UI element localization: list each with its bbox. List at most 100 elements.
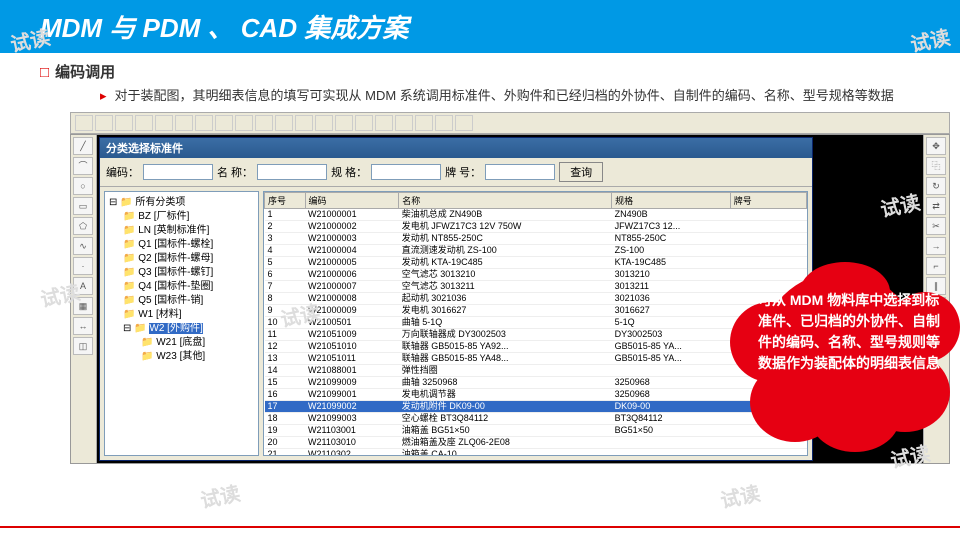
tool-point-icon[interactable]: · [73,257,93,275]
toolbar-button[interactable] [435,115,453,131]
tree-item[interactable]: 📁 Q4 [国标件-垫圈] [109,280,254,294]
toolbar-button[interactable] [235,115,253,131]
tool-trim-icon[interactable]: ✂ [926,217,946,235]
column-header[interactable]: 名称 [399,192,612,208]
tool-arc-icon[interactable]: ⌒ [73,157,93,175]
code-label: 编码： [106,164,139,180]
toolbar-button[interactable] [455,115,473,131]
tool-extend-icon[interactable]: → [926,237,946,255]
tree-item[interactable]: 📁 LN [英制标准件] [109,224,254,238]
tool-rect-icon[interactable]: ▭ [73,197,93,215]
tree-item[interactable]: 📁 W23 [其他] [109,350,254,364]
brand-label: 牌 号： [445,164,481,180]
table-row[interactable]: 3W21000003发动机 NT855-250CNT855-250C [265,232,807,244]
toolbar-button[interactable] [355,115,373,131]
table-row[interactable]: 2W21000002发电机 JFWZ17C3 12V 750WJFWZ17C3 … [265,220,807,232]
table-row[interactable]: 1W21000001柴油机总成 ZN490BZN490B [265,208,807,220]
table-row[interactable]: 18W21099003空心螺栓 BT3Q84112BT3Q84112 [265,412,807,424]
tool-copy-icon[interactable]: ⿻ [926,157,946,175]
cad-screenshot: ╱ ⌒ ○ ▭ ⬠ ∿ · A ▦ ↔ ◫ 分类选择标准件 编码： 名 称： 规 格： 牌 号： 查… [70,112,950,464]
spec-label: 规 格： [331,164,367,180]
toolbar-button[interactable] [375,115,393,131]
tree-item[interactable]: 📁 W1 [材料] [109,308,254,322]
table-row[interactable]: 12W21051010联轴器 GB5015-85 YA92...GB5015-8… [265,340,807,352]
tree-item[interactable]: 📁 BZ [厂标件] [109,210,254,224]
toolbar-button[interactable] [255,115,273,131]
tool-rotate-icon[interactable]: ↻ [926,177,946,195]
tool-poly-icon[interactable]: ⬠ [73,217,93,235]
table-row[interactable]: 8W21000008起动机 30210363021036 [265,292,807,304]
tool-mirror-icon[interactable]: ⇄ [926,197,946,215]
toolbar-button[interactable] [155,115,173,131]
callout-text: 可从 MDM 物料库中选择到标准件、已归档的外协件、自制件的编码、名称、型号规则… [758,290,940,374]
table-row[interactable]: 11W21051009万向联轴器成 DY3002503DY3002503 [265,328,807,340]
toolbar-button[interactable] [295,115,313,131]
toolbar-button[interactable] [415,115,433,131]
name-input[interactable] [257,164,327,180]
column-header[interactable]: 编码 [305,192,399,208]
tree-item[interactable]: 📁 Q3 [国标件-螺钉] [109,266,254,280]
slide-title-banner: MDM 与 PDM 、 CAD 集成方案 [0,0,960,53]
table-row[interactable]: 7W21000007空气滤芯 30132113013211 [265,280,807,292]
watermark: 试读 [717,477,762,514]
tool-spline-icon[interactable]: ∿ [73,237,93,255]
toolbar-button[interactable] [215,115,233,131]
tool-block-icon[interactable]: ◫ [73,337,93,355]
toolbar-button[interactable] [175,115,193,131]
classify-select-dialog: 分类选择标准件 编码： 名 称： 规 格： 牌 号： 查询 ⊟ 📁 所有分类项 … [99,137,813,461]
search-bar: 编码： 名 称： 规 格： 牌 号： 查询 [100,158,812,187]
brand-input[interactable] [485,164,555,180]
toolbar-button[interactable] [75,115,93,131]
tool-line-icon[interactable]: ╱ [73,137,93,155]
left-tool-palette: ╱ ⌒ ○ ▭ ⬠ ∿ · A ▦ ↔ ◫ [71,135,97,463]
toolbar-button[interactable] [395,115,413,131]
tree-root[interactable]: ⊟ 📁 所有分类项 [109,196,254,210]
tool-text-icon[interactable]: A [73,277,93,295]
watermark: 试读 [197,477,242,514]
tool-move-icon[interactable]: ✥ [926,137,946,155]
footer-red-line [0,526,960,528]
table-row[interactable]: 6W21000006空气滤芯 30132103013210 [265,268,807,280]
tree-item[interactable]: 📁 Q5 [国标件-销] [109,294,254,308]
table-row[interactable]: 10W2100501曲轴 5-1Q5-1Q [265,316,807,328]
tree-item[interactable]: 📁 W21 [底盘] [109,336,254,350]
tree-item[interactable]: 📁 Q1 [国标件-螺栓] [109,238,254,252]
column-header[interactable]: 序号 [265,192,306,208]
column-header[interactable]: 规格 [612,192,731,208]
toolbar-button[interactable] [115,115,133,131]
explanation-callout: 可从 MDM 物料库中选择到标准件、已归档的外协件、自制件的编码、名称、型号规则… [730,262,960,452]
toolbar-button[interactable] [335,115,353,131]
tool-circle-icon[interactable]: ○ [73,177,93,195]
table-row[interactable]: 15W21099009曲轴 32509683250968 [265,376,807,388]
table-row[interactable]: 20W21103010燃油箱盖及座 ZLQ06-2E08 [265,436,807,448]
column-header[interactable]: 牌号 [730,192,806,208]
cad-top-toolbar [70,112,950,134]
table-row[interactable]: 5W21000005发动机 KTA-19C485KTA-19C485 [265,256,807,268]
table-row[interactable]: 9W21000009发电机 30166273016627 [265,304,807,316]
table-row[interactable]: 14W21088001弹性挡圈 [265,364,807,376]
toolbar-button[interactable] [195,115,213,131]
tree-item[interactable]: 📁 Q2 [国标件-螺母] [109,252,254,266]
toolbar-button[interactable] [275,115,293,131]
table-row[interactable]: 21W2110302油箱盖 CA-10 [265,448,807,456]
category-tree[interactable]: ⊟ 📁 所有分类项 📁 BZ [厂标件]📁 LN [英制标准件]📁 Q1 [国标… [104,191,259,456]
tool-dim-icon[interactable]: ↔ [73,317,93,335]
dialog-titlebar: 分类选择标准件 [100,138,812,158]
table-row[interactable]: 17W21099002发动机附件 DK09-00DK09-00 [265,400,807,412]
table-row[interactable]: 13W21051011联轴器 GB5015-85 YA48...GB5015-8… [265,352,807,364]
code-input[interactable] [143,164,213,180]
table-row[interactable]: 4W21000004直流测速发动机 ZS-100ZS-100 [265,244,807,256]
parts-grid[interactable]: 序号编码名称规格牌号1W21000001柴油机总成 ZN490BZN490B2W… [263,191,808,456]
body-text: ▸对于装配图，其明细表信息的填写可实现从 MDM 系统调用标准件、外购件和已经归… [100,86,930,106]
table-row[interactable]: 19W21103001油箱盖 BG51×50BG51×50 [265,424,807,436]
tree-item[interactable]: ⊟ 📁 W2 [外购件] [109,322,254,336]
table-row[interactable]: 16W21099001发电机调节器3250968 [265,388,807,400]
name-label: 名 称： [217,164,253,180]
section-heading: 编码调用 [40,61,930,82]
toolbar-button[interactable] [315,115,333,131]
tool-hatch-icon[interactable]: ▦ [73,297,93,315]
toolbar-button[interactable] [95,115,113,131]
spec-input[interactable] [371,164,441,180]
query-button[interactable]: 查询 [559,162,603,182]
toolbar-button[interactable] [135,115,153,131]
